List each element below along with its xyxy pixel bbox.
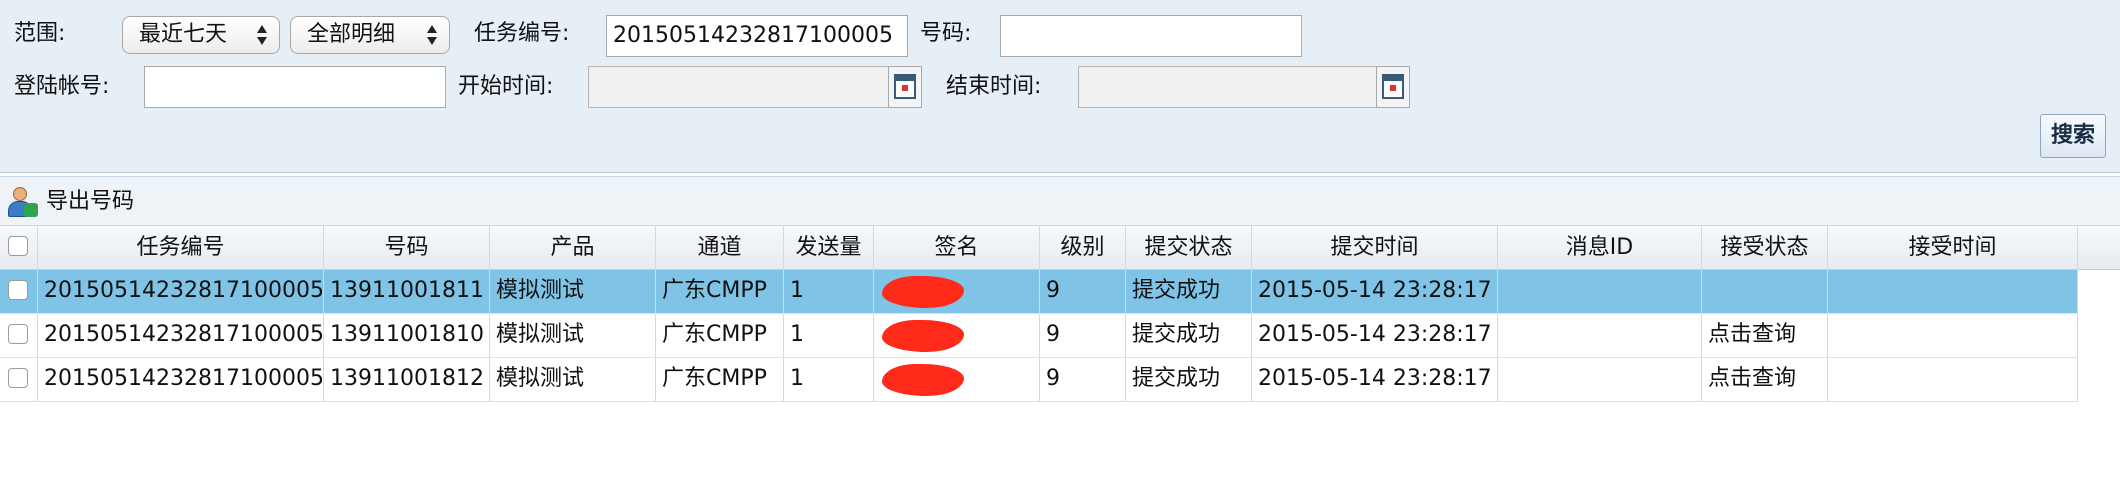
cell-signature (874, 270, 1040, 313)
cell-msg-id (1498, 358, 1702, 401)
cell-level: 9 (1040, 314, 1126, 357)
range-label: 范围: (14, 21, 66, 46)
export-numbers-label: 导出号码 (46, 189, 135, 214)
row-select-cell (0, 314, 38, 357)
cell-submit-time: 2015-05-14 23:28:17 (1252, 270, 1498, 313)
calendar-icon (1382, 74, 1404, 99)
cell-submit-status: 提交成功 (1126, 314, 1252, 357)
cell-count: 1 (784, 358, 874, 401)
grid-header: 任务编号 号码 产品 通道 发送量 签名 级别 提交状态 提交时间 消息ID 接… (0, 226, 2120, 270)
cell-recv-status[interactable]: 点击查询 (1702, 314, 1828, 357)
cell-submit-status: 提交成功 (1126, 358, 1252, 401)
cell-task-id: 20150514232817100005 (38, 270, 324, 313)
cell-channel: 广东CMPP (656, 270, 784, 313)
row-checkbox[interactable] (8, 324, 28, 344)
login-label: 登陆帐号: (14, 74, 110, 99)
end-time-input[interactable] (1078, 66, 1380, 108)
table-row[interactable]: 20150514232817100005 13911001811 模拟测试 广东… (0, 270, 2078, 314)
cell-recv-time (1828, 314, 2078, 357)
cell-task-id: 20150514232817100005 (38, 314, 324, 357)
calendar-icon (894, 74, 916, 99)
cell-task-id: 20150514232817100005 (38, 358, 324, 401)
detail-select-value: 全部明细 (307, 22, 396, 47)
cell-submit-time: 2015-05-14 23:28:17 (1252, 358, 1498, 401)
col-submit-status[interactable]: 提交状态 (1126, 226, 1252, 269)
cell-signature (874, 358, 1040, 401)
number-label: 号码: (920, 21, 972, 46)
select-arrows-icon (257, 23, 267, 47)
col-level[interactable]: 级别 (1040, 226, 1126, 269)
col-channel[interactable]: 通道 (656, 226, 784, 269)
cell-submit-status: 提交成功 (1126, 270, 1252, 313)
task-id-input[interactable]: 20150514232817100005 (606, 15, 908, 57)
row-checkbox[interactable] (8, 368, 28, 388)
cell-recv-status[interactable] (1702, 270, 1828, 313)
user-export-icon (6, 187, 40, 219)
row-checkbox[interactable] (8, 280, 28, 300)
start-time-label: 开始时间: (458, 74, 554, 99)
cell-count: 1 (784, 270, 874, 313)
cell-channel: 广东CMPP (656, 358, 784, 401)
cell-product: 模拟测试 (490, 358, 656, 401)
cell-recv-status[interactable]: 点击查询 (1702, 358, 1828, 401)
filter-panel: 范围: 最近七天 全部明细 任务编号: 20150514232817100005… (0, 0, 2120, 173)
cell-level: 9 (1040, 358, 1126, 401)
search-button[interactable]: 搜索 (2040, 114, 2106, 158)
cell-signature (874, 314, 1040, 357)
number-input[interactable] (1000, 15, 1302, 57)
select-all-cell (0, 226, 38, 269)
col-submit-time[interactable]: 提交时间 (1252, 226, 1498, 269)
table-row[interactable]: 20150514232817100005 13911001810 模拟测试 广东… (0, 314, 2078, 358)
col-count[interactable]: 发送量 (784, 226, 874, 269)
task-id-label: 任务编号: (474, 21, 570, 46)
cell-count: 1 (784, 314, 874, 357)
col-number[interactable]: 号码 (324, 226, 490, 269)
cell-number: 13911001812 (324, 358, 490, 401)
cell-msg-id (1498, 270, 1702, 313)
row-select-cell (0, 270, 38, 313)
col-signature[interactable]: 签名 (874, 226, 1040, 269)
cell-msg-id (1498, 314, 1702, 357)
start-calendar-button[interactable] (888, 66, 922, 108)
cell-channel: 广东CMPP (656, 314, 784, 357)
cell-recv-time (1828, 358, 2078, 401)
row-select-cell (0, 358, 38, 401)
redaction-mark (882, 320, 964, 352)
range-select-value: 最近七天 (139, 22, 228, 47)
grid-toolbar: 导出号码 (0, 176, 2120, 226)
select-arrows-icon (427, 23, 437, 47)
cell-product: 模拟测试 (490, 270, 656, 313)
col-task-id[interactable]: 任务编号 (38, 226, 324, 269)
range-select[interactable]: 最近七天 (122, 16, 280, 54)
redaction-mark (882, 276, 964, 308)
redaction-mark (882, 364, 964, 396)
cell-submit-time: 2015-05-14 23:28:17 (1252, 314, 1498, 357)
col-msg-id[interactable]: 消息ID (1498, 226, 1702, 269)
start-time-input[interactable] (588, 66, 890, 108)
cell-level: 9 (1040, 270, 1126, 313)
end-calendar-button[interactable] (1376, 66, 1410, 108)
end-time-label: 结束时间: (946, 74, 1042, 99)
col-recv-time[interactable]: 接受时间 (1828, 226, 2078, 269)
cell-product: 模拟测试 (490, 314, 656, 357)
table-row[interactable]: 20150514232817100005 13911001812 模拟测试 广东… (0, 358, 2078, 402)
col-product[interactable]: 产品 (490, 226, 656, 269)
cell-number: 13911001810 (324, 314, 490, 357)
col-recv-status[interactable]: 接受状态 (1702, 226, 1828, 269)
detail-select[interactable]: 全部明细 (290, 16, 450, 54)
cell-number: 13911001811 (324, 270, 490, 313)
cell-recv-time (1828, 270, 2078, 313)
login-input[interactable] (144, 66, 446, 108)
select-all-checkbox[interactable] (8, 236, 28, 256)
